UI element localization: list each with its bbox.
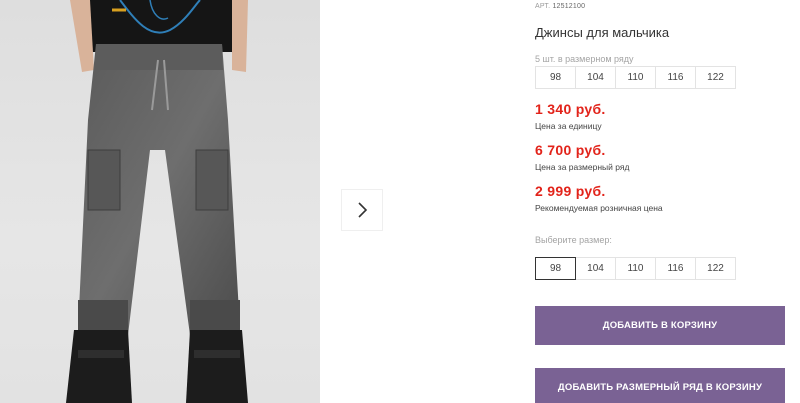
size-run-cell: 110 <box>615 66 656 89</box>
size-option-selected[interactable]: 98 <box>535 257 576 280</box>
jeans-image <box>66 0 248 403</box>
size-run-price: 6 700 руб. <box>535 142 606 158</box>
article-label: АРТ. <box>535 3 551 10</box>
article-number: АРТ. 12512100 <box>535 3 585 10</box>
size-option[interactable]: 110 <box>615 257 656 280</box>
size-run-cell: 98 <box>535 66 576 89</box>
size-option[interactable]: 122 <box>695 257 736 280</box>
size-run-cell: 122 <box>695 66 736 89</box>
chevron-right-icon <box>358 202 368 218</box>
size-run-hint: 5 шт. в размерном ряду <box>535 54 634 64</box>
article-value: 12512100 <box>552 3 586 10</box>
add-size-run-to-cart-button[interactable]: ДОБАВИТЬ РАЗМЕРНЫЙ РЯД В КОРЗИНУ <box>535 368 785 403</box>
size-run-row: 98 104 110 116 122 <box>535 66 736 89</box>
size-option[interactable]: 116 <box>655 257 696 280</box>
unit-price-caption: Цена за единицу <box>535 121 602 131</box>
unit-price: 1 340 руб. <box>535 101 606 117</box>
choose-size-hint: Выберите размер: <box>535 235 612 245</box>
product-photo[interactable] <box>0 0 320 403</box>
size-selector: 98 104 110 116 122 <box>535 257 736 280</box>
size-run-cell: 104 <box>575 66 616 89</box>
next-image-button[interactable] <box>342 190 382 230</box>
product-title: Джинсы для мальчика <box>535 25 670 40</box>
retail-price-caption: Рекомендуемая розничная цена <box>535 203 663 213</box>
add-to-cart-button[interactable]: ДОБАВИТЬ В КОРЗИНУ <box>535 306 785 345</box>
size-option[interactable]: 104 <box>575 257 616 280</box>
size-run-cell: 116 <box>655 66 696 89</box>
retail-price: 2 999 руб. <box>535 183 606 199</box>
product-page: АРТ. 12512100 Джинсы для мальчика 5 шт. … <box>0 0 800 403</box>
size-run-price-caption: Цена за размерный ряд <box>535 162 630 172</box>
